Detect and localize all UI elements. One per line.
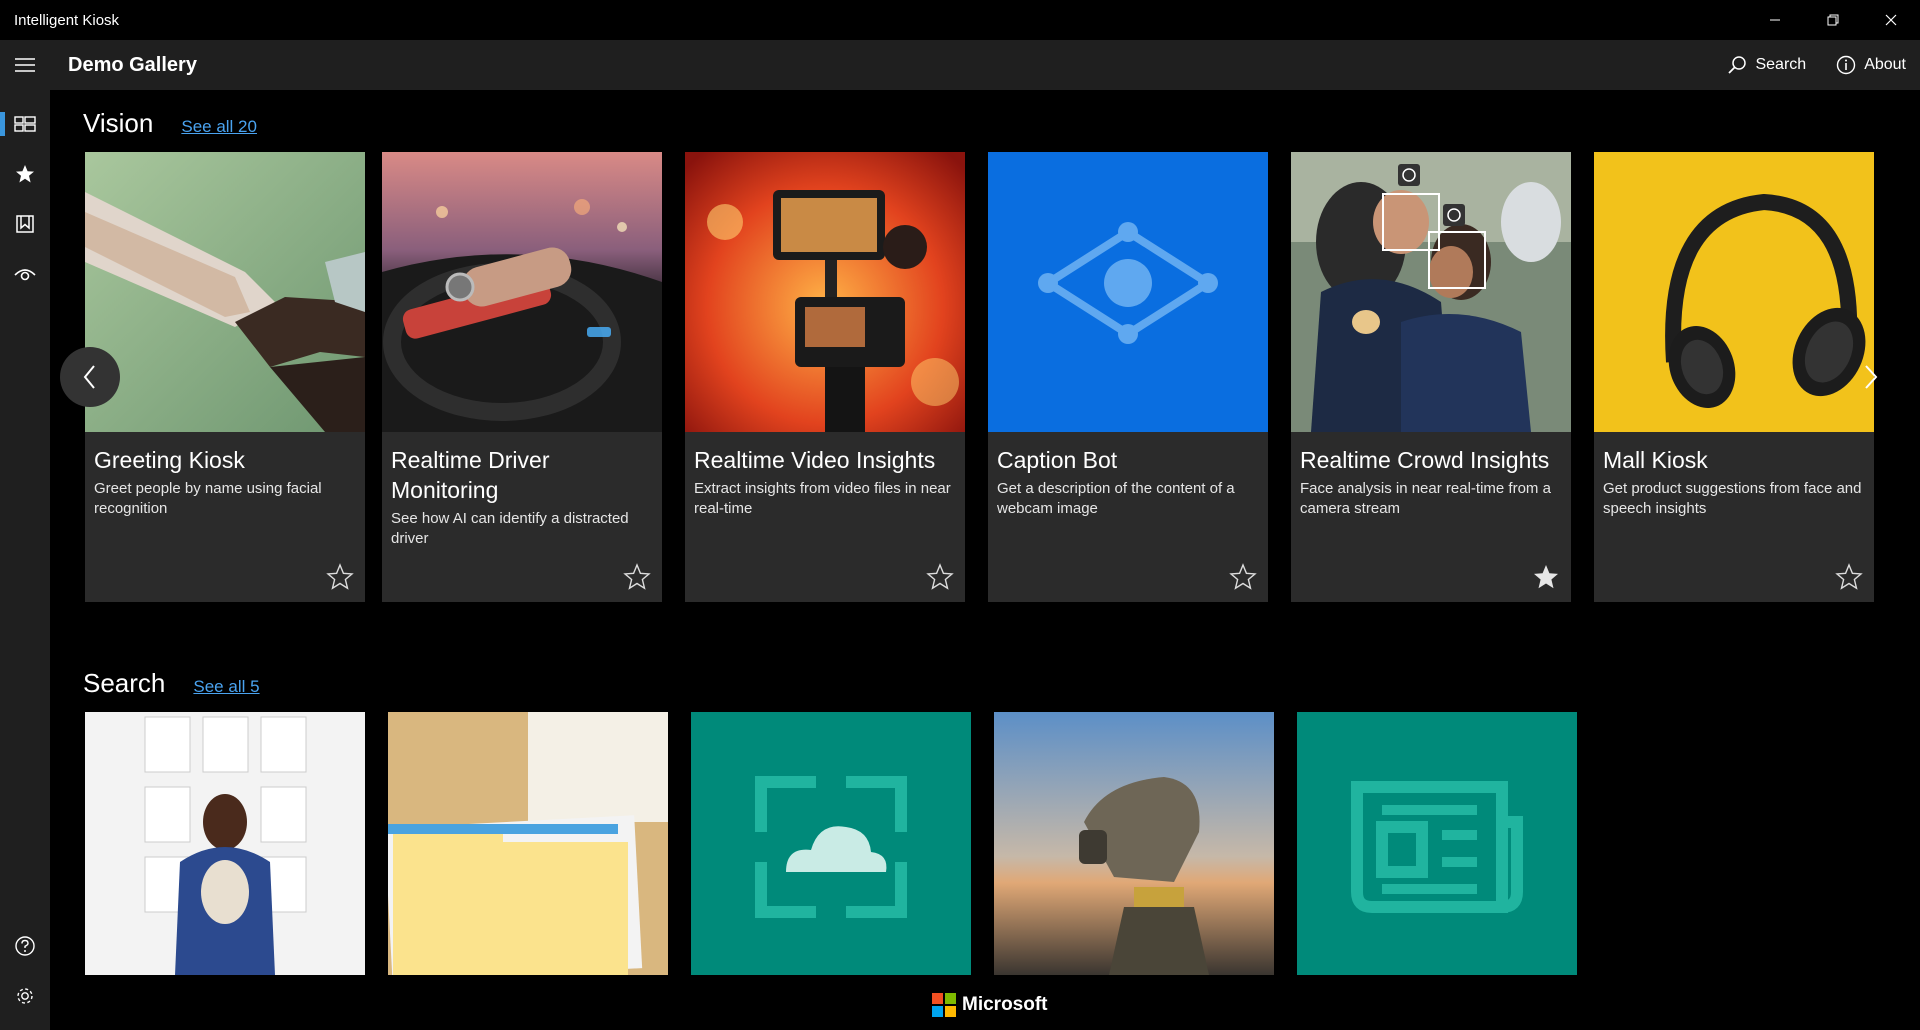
favorite-toggle[interactable] xyxy=(1834,562,1864,592)
card-image xyxy=(988,152,1268,432)
restore-icon xyxy=(1827,14,1839,26)
card-text: Realtime Driver Monitoring See how AI ca… xyxy=(391,445,651,549)
microsoft-logo-icon xyxy=(932,993,956,1017)
chevron-right-icon xyxy=(1865,365,1878,389)
about-label: About xyxy=(1864,56,1906,73)
bookmark-icon xyxy=(16,215,34,233)
card-image xyxy=(382,152,662,432)
card-title: Realtime Crowd Insights xyxy=(1300,447,1550,473)
favorite-toggle[interactable] xyxy=(622,562,652,592)
card-crowd-insights[interactable]: Realtime Crowd Insights Face analysis in… xyxy=(1291,152,1571,602)
card-image xyxy=(85,152,365,432)
favorite-toggle[interactable] xyxy=(925,562,955,592)
close-button[interactable] xyxy=(1862,0,1920,40)
see-all-vision-link[interactable]: See all 20 xyxy=(181,117,257,137)
card-description: Get a description of the content of a we… xyxy=(997,480,1235,517)
search-tile-visual-search[interactable] xyxy=(691,712,971,975)
card-image xyxy=(1594,152,1874,432)
star-outline-icon xyxy=(1229,563,1257,590)
card-title: Realtime Driver Monitoring xyxy=(391,447,550,503)
star-filled-icon xyxy=(1534,565,1558,589)
card-greeting-kiosk[interactable]: Greeting Kiosk Greet people by name usin… xyxy=(85,152,365,602)
favorite-toggle[interactable] xyxy=(1531,562,1561,592)
nav-item-settings[interactable] xyxy=(0,976,50,1016)
nav-item-favorites[interactable] xyxy=(0,154,50,194)
nav-item-bookmarks[interactable] xyxy=(0,204,50,244)
star-outline-icon xyxy=(1835,563,1863,590)
star-outline-icon xyxy=(926,563,954,590)
tile-image xyxy=(994,712,1274,975)
brand-label: Microsoft xyxy=(962,994,1048,1015)
card-text: Realtime Video Insights Extract insights… xyxy=(694,445,954,519)
app-title: Intelligent Kiosk xyxy=(14,11,120,29)
card-title: Caption Bot xyxy=(997,447,1118,473)
minimize-icon xyxy=(1770,19,1780,21)
search-icon xyxy=(1728,56,1747,74)
nav-rail xyxy=(0,90,50,1030)
card-title: Greeting Kiosk xyxy=(94,447,245,473)
card-text: Realtime Crowd Insights Face analysis in… xyxy=(1300,445,1560,519)
card-image xyxy=(1291,152,1571,432)
card-driver-monitoring[interactable]: Realtime Driver Monitoring See how AI ca… xyxy=(382,152,662,602)
newspaper-icon xyxy=(1351,781,1523,913)
help-icon xyxy=(15,936,35,956)
card-text: Caption Bot Get a description of the con… xyxy=(997,445,1257,519)
card-text: Greeting Kiosk Greet people by name usin… xyxy=(94,445,354,519)
search-button[interactable]: Search xyxy=(1727,55,1806,75)
search-tile-image-search[interactable] xyxy=(85,712,365,975)
section-header-vision: Vision See all 20 xyxy=(83,108,257,139)
command-bar: Demo Gallery Search About xyxy=(0,40,1920,90)
nav-item-vision[interactable] xyxy=(0,254,50,294)
search-tile-news[interactable] xyxy=(1297,712,1577,975)
favorite-toggle[interactable] xyxy=(1228,562,1258,592)
title-bar: Intelligent Kiosk xyxy=(0,0,1920,40)
card-title: Mall Kiosk xyxy=(1603,447,1708,473)
star-icon xyxy=(16,165,34,183)
star-outline-icon xyxy=(326,563,354,590)
tile-image xyxy=(388,712,668,975)
section-header-search: Search See all 5 xyxy=(83,668,260,699)
card-title: Realtime Video Insights xyxy=(694,447,936,473)
chevron-left-icon xyxy=(83,365,95,389)
top-actions: Search About xyxy=(1727,40,1906,90)
tile-image xyxy=(85,712,365,975)
section-title: Search xyxy=(83,668,166,698)
section-title: Vision xyxy=(83,108,154,138)
page-title: Demo Gallery xyxy=(68,54,197,76)
card-description: Extract insights from video files in nea… xyxy=(694,480,951,517)
carousel-previous-button[interactable] xyxy=(60,347,120,407)
gallery-icon xyxy=(14,116,36,132)
window-controls xyxy=(1746,0,1920,40)
cloud-scan-icon xyxy=(755,776,907,918)
gear-icon xyxy=(17,988,33,1004)
microsoft-logo: Microsoft xyxy=(932,993,1048,1017)
search-tile-documents[interactable] xyxy=(388,712,668,975)
eye-icon xyxy=(14,269,36,281)
favorite-toggle[interactable] xyxy=(325,562,355,592)
carousel-next-button[interactable] xyxy=(1856,362,1886,392)
card-caption-bot[interactable]: Caption Bot Get a description of the con… xyxy=(988,152,1268,602)
about-button[interactable]: About xyxy=(1836,55,1906,75)
vision-eye-icon xyxy=(1038,222,1218,344)
card-mall-kiosk[interactable]: Mall Kiosk Get product suggestions from … xyxy=(1594,152,1874,602)
see-all-search-link[interactable]: See all 5 xyxy=(193,677,259,697)
minimize-button[interactable] xyxy=(1746,0,1804,40)
info-icon xyxy=(1836,55,1856,75)
search-label: Search xyxy=(1755,56,1807,73)
star-outline-icon xyxy=(623,563,651,590)
close-icon xyxy=(1885,14,1897,26)
restore-button[interactable] xyxy=(1804,0,1862,40)
nav-item-gallery[interactable] xyxy=(0,104,50,144)
card-video-insights[interactable]: Realtime Video Insights Extract insights… xyxy=(685,152,965,602)
search-tile-landmarks[interactable] xyxy=(994,712,1274,975)
card-description: Get product suggestions from face and sp… xyxy=(1603,480,1862,517)
card-text: Mall Kiosk Get product suggestions from … xyxy=(1603,445,1863,519)
card-description: Face analysis in near real-time from a c… xyxy=(1300,480,1551,517)
card-image xyxy=(685,152,965,432)
card-description: Greet people by name using facial recogn… xyxy=(94,480,322,517)
hamburger-icon xyxy=(15,58,35,72)
hamburger-menu-button[interactable] xyxy=(0,40,50,90)
card-description: See how AI can identify a distracted dri… xyxy=(391,510,629,547)
nav-item-help[interactable] xyxy=(0,926,50,966)
